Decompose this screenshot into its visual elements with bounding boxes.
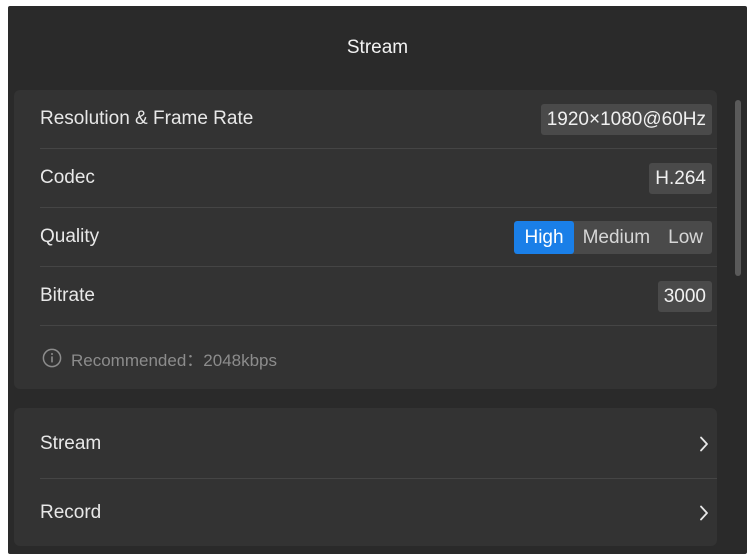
stream-nav-item[interactable]: Stream	[40, 410, 717, 479]
bitrate-hint: Recommended：2048kbps	[42, 346, 277, 370]
codec-row[interactable]: Codec H.264	[40, 149, 717, 208]
quality-label: Quality	[40, 226, 100, 247]
bitrate-hint-text: Recommended：2048kbps	[71, 350, 278, 370]
stream-nav-label: Stream	[40, 433, 102, 454]
bitrate-value[interactable]: 3000	[657, 281, 712, 312]
bitrate-row[interactable]: Bitrate 3000	[40, 267, 717, 326]
scrollbar-thumb[interactable]	[735, 100, 741, 276]
resolution-value[interactable]: 1920×1080@60Hz	[540, 104, 712, 135]
codec-value[interactable]: H.264	[649, 163, 712, 194]
resolution-label: Resolution & Frame Rate	[40, 108, 254, 129]
info-circle-icon	[42, 348, 62, 368]
quality-segmented-control: High Medium Low	[514, 221, 712, 254]
chevron-right-icon	[700, 436, 708, 452]
page-title: Stream	[346, 37, 409, 58]
bitrate-label: Bitrate	[40, 285, 95, 306]
quality-option-high[interactable]: High	[514, 221, 574, 254]
resolution-row[interactable]: Resolution & Frame Rate 1920×1080@60Hz	[40, 90, 717, 149]
record-nav-label: Record	[40, 502, 102, 523]
quality-option-medium[interactable]: Medium	[574, 221, 660, 254]
navigation-card: Stream Record	[14, 408, 717, 546]
record-nav-item[interactable]: Record	[40, 479, 717, 547]
codec-label: Codec	[40, 167, 95, 188]
quality-option-low[interactable]: Low	[659, 221, 712, 254]
stream-settings-card: Resolution & Frame Rate 1920×1080@60Hz C…	[14, 90, 717, 389]
quality-row: Quality High Medium Low	[40, 208, 717, 267]
chevron-right-icon	[700, 505, 708, 521]
stream-settings-panel: Stream Resolution & Frame Rate 1920×1080…	[8, 6, 747, 554]
